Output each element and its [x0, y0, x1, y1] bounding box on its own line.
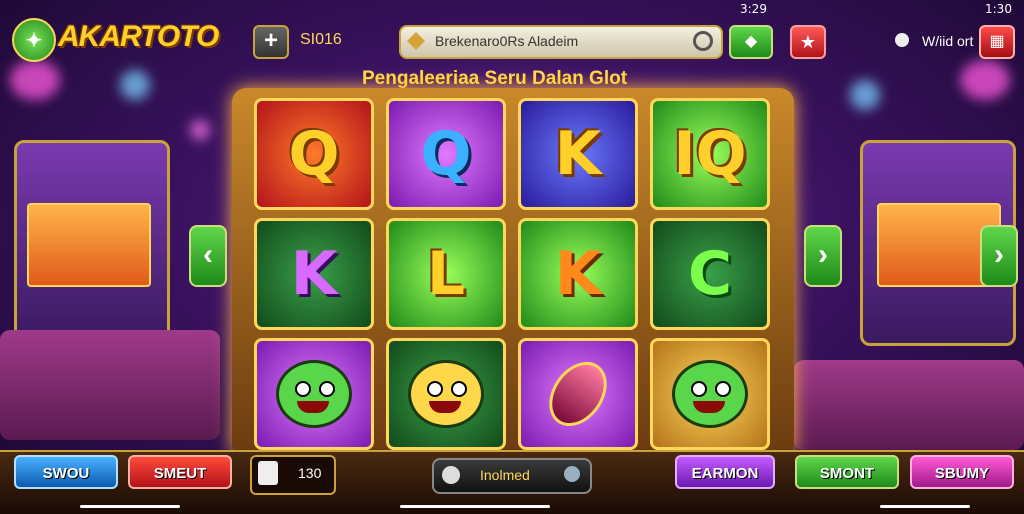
left-machine-screen [27, 203, 151, 287]
settings-icon [442, 466, 460, 484]
search-icon[interactable] [693, 31, 713, 51]
green-creature-icon [276, 360, 352, 428]
slot-tile[interactable]: Q [254, 98, 374, 210]
logo-icon: ✦ [12, 18, 56, 62]
logo-text: AKARTOTO [58, 20, 219, 53]
slot-tile[interactable]: K [518, 218, 638, 330]
tile-letter: K [554, 119, 602, 189]
tile-letter: IQ [673, 119, 747, 189]
footer-button-2[interactable]: SMEUT [128, 455, 232, 489]
gem-icon [537, 350, 619, 438]
nav-indicator [880, 505, 970, 508]
green-creature-icon [672, 360, 748, 428]
page-title: Pengaleeriaa Seru Dalan Glot [362, 68, 628, 89]
add-funds-button[interactable]: + [253, 25, 289, 59]
bet-icon [258, 461, 278, 485]
nav-indicator [400, 505, 550, 508]
user-label[interactable]: W/iid ort [922, 33, 973, 49]
slot-tile[interactable]: K [518, 98, 638, 210]
slot-tile[interactable] [650, 338, 770, 450]
info-text: Inolmed [480, 467, 530, 483]
stage-light [120, 70, 150, 100]
tile-letter: K [554, 239, 602, 309]
diamond-icon [407, 32, 425, 50]
nav-indicator [80, 505, 180, 508]
favorite-button[interactable]: ★ [790, 25, 826, 59]
slot-tile[interactable] [386, 338, 506, 450]
chevron-right-icon: › [818, 238, 828, 271]
stage-light [190, 120, 210, 140]
coin-icon [564, 466, 580, 482]
balance-amount: SI016 [300, 31, 342, 48]
footer-button-3[interactable]: EARMON [675, 455, 775, 489]
left-slot-machine [14, 140, 170, 346]
star-icon: ★ [799, 32, 817, 52]
info-bar[interactable]: Inolmed [432, 458, 592, 494]
slot-tile[interactable] [518, 338, 638, 450]
menu-button[interactable]: ▦ [979, 25, 1015, 59]
tile-letter: L [426, 239, 466, 309]
chevron-left-icon: ‹ [203, 238, 213, 271]
home-icon: ◆ [744, 33, 758, 50]
tile-letter: C [687, 239, 733, 309]
tile-letter: Q [288, 119, 340, 189]
slot-tile[interactable]: Q [386, 98, 506, 210]
slot-tile[interactable]: K [254, 218, 374, 330]
footer-button-1[interactable]: SWOU [14, 455, 118, 489]
slot-tile[interactable]: L [386, 218, 506, 330]
tile-letter: K [290, 239, 338, 309]
bet-value: 130 [298, 465, 322, 481]
stage-light [850, 80, 880, 110]
search-input[interactable]: Brekenaro0Rs Aladeim [435, 33, 578, 49]
user-icon[interactable] [895, 33, 909, 47]
tile-letter: Q [420, 119, 472, 189]
status-time: 1:30 [985, 2, 1012, 16]
stage-light [960, 60, 1010, 100]
status-center-time: 3:29 [740, 2, 767, 16]
bet-box[interactable]: 130 [250, 455, 336, 495]
yellow-creature-icon [408, 360, 484, 428]
footer-button-4[interactable]: SMONT [795, 455, 899, 489]
footer-button-5[interactable]: SBUMY [910, 455, 1014, 489]
chevron-right-icon: › [994, 238, 1004, 271]
right-table [794, 360, 1024, 450]
next-arrow-button[interactable]: › [804, 225, 842, 287]
prev-arrow-button[interactable]: ‹ [189, 225, 227, 287]
slot-tile[interactable] [254, 338, 374, 450]
slot-tile[interactable]: C [650, 218, 770, 330]
grid-menu-icon: ▦ [989, 33, 1005, 50]
stage-light [10, 60, 60, 100]
left-table [0, 330, 220, 440]
slot-tile[interactable]: IQ [650, 98, 770, 210]
home-button[interactable]: ◆ [729, 25, 773, 59]
side-next-button[interactable]: › [980, 225, 1018, 287]
search-bar[interactable]: Brekenaro0Rs Aladeim [399, 25, 723, 59]
